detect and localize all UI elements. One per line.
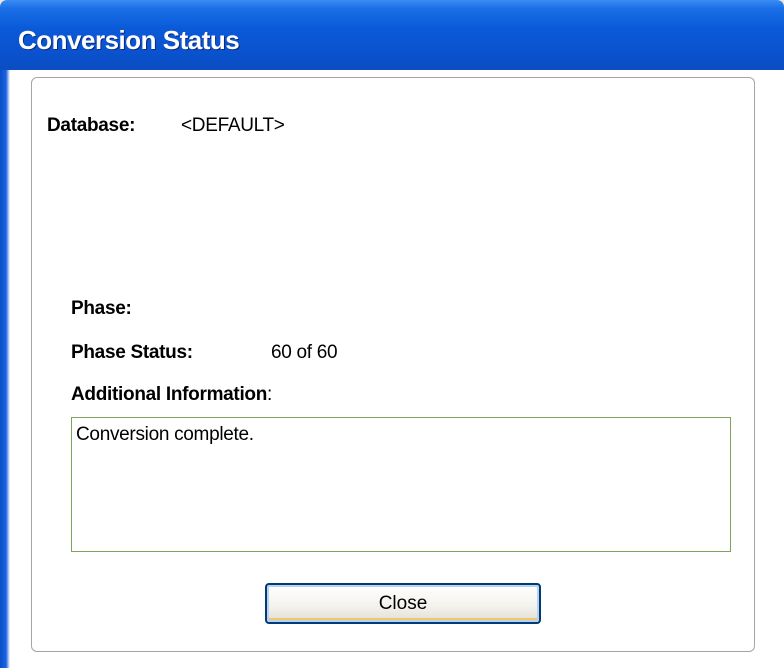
database-label: Database: <box>47 115 136 136</box>
close-button-label: Close <box>378 592 428 614</box>
window-frame-left <box>0 70 10 668</box>
window-title: Conversion Status <box>18 25 240 55</box>
phase-status-value: 60 of 60 <box>271 342 338 363</box>
close-button[interactable]: Close <box>265 583 541 624</box>
additional-info-label-text: Additional Information <box>71 384 268 405</box>
additional-info-textbox[interactable]: Conversion complete. <box>71 417 731 552</box>
conversion-status-window: Conversion Status Database: <DEFAULT> Ph… <box>0 0 784 668</box>
phase-label: Phase: <box>71 298 132 319</box>
additional-info-colon: : <box>267 384 273 405</box>
database-value: <DEFAULT> <box>181 115 285 136</box>
status-groupbox <box>31 77 755 652</box>
title-bar[interactable]: Conversion Status <box>0 0 784 70</box>
phase-status-label: Phase Status: <box>71 342 193 363</box>
additional-info-label: Additional Information: <box>71 384 272 406</box>
additional-info-text: Conversion complete. <box>76 424 254 445</box>
